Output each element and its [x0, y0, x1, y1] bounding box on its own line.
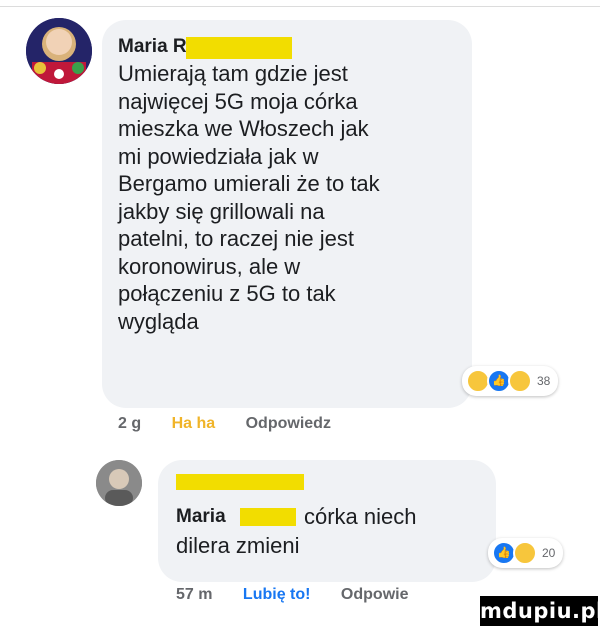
avatar-photo [26, 18, 92, 84]
comment-line: Umierają tam gdzie jest [118, 61, 348, 86]
reaction-count: 38 [537, 374, 551, 388]
avatar[interactable] [96, 460, 142, 506]
top-divider [0, 6, 600, 7]
watermark: mdupiu.pl [480, 596, 600, 626]
like-button[interactable]: Lubię to! [243, 586, 311, 603]
wow-reaction-icon [508, 369, 532, 393]
comment-mention[interactable]: Maria [176, 506, 226, 528]
reaction-summary[interactable]: 👍 38 [462, 366, 559, 396]
haha-reaction-icon [513, 541, 537, 565]
comment-author[interactable]: Maria R [118, 36, 187, 58]
comment-line: mi powiedziała jak w [118, 143, 319, 169]
comment-line: patelni, to raczej nie jest [118, 226, 355, 251]
reaction-button[interactable]: Ha ha [172, 415, 216, 432]
redaction-bar [186, 37, 292, 59]
comment-line: Bergamo umierali że to tak [118, 171, 380, 196]
comment-text: dilera zmieni [176, 533, 300, 558]
avatar-photo [96, 460, 142, 506]
reply-button[interactable]: Odpowie [341, 586, 409, 603]
reaction-count: 20 [542, 546, 556, 560]
comment-line: mieszka we Włoszech jak [118, 116, 369, 141]
reaction-summary[interactable]: 👍 20 [488, 538, 564, 568]
comment-text: Umierają tam gdzie jest najwięcej 5G moj… [118, 60, 380, 335]
comment-line: połączeniu z 5G to tak [118, 281, 336, 306]
comment-line: jakby się grillowali na [118, 198, 325, 224]
comment-line: najwięcej 5G moja córka [118, 88, 358, 114]
comment-line: wygląda [118, 308, 199, 334]
comment-time[interactable]: 57 m [176, 586, 212, 603]
comment-actions: 2 g Ha ha Odpowiedz [118, 415, 357, 433]
redaction-bar [240, 508, 296, 526]
comment-time[interactable]: 2 g [118, 415, 141, 432]
comment-text: córka niech [304, 504, 417, 529]
comment-line: koronowirus, ale w [118, 253, 301, 279]
comment-actions: 57 m Lubię to! Odpowie [176, 586, 434, 604]
redaction-bar [176, 474, 304, 490]
reply-button[interactable]: Odpowiedz [246, 415, 331, 432]
avatar[interactable] [26, 18, 92, 84]
